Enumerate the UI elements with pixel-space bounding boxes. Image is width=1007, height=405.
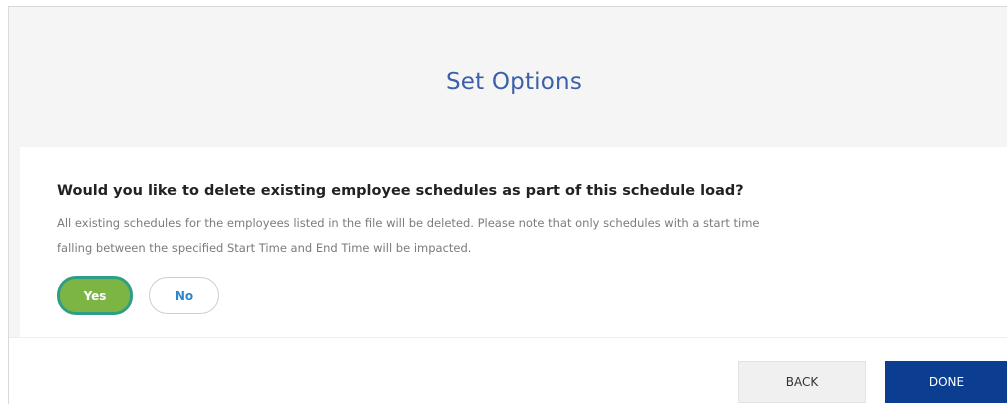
description-line-1: All existing schedules for the employees… [57, 216, 760, 230]
no-toggle-button[interactable]: No [149, 277, 219, 314]
dialog-footer: BACK DONE [9, 337, 1007, 405]
dialog-header: Set Options [9, 7, 1007, 147]
back-button[interactable]: BACK [738, 361, 866, 403]
page-title: Set Options [445, 69, 583, 95]
option-description: All existing schedules for the employees… [57, 211, 897, 261]
dialog-frame: Set Options Would you like to delete exi… [8, 6, 1007, 405]
yes-toggle-button[interactable]: Yes [57, 276, 133, 315]
option-question: Would you like to delete existing employ… [57, 183, 744, 199]
choice-toggle-group: Yes No [57, 276, 219, 315]
description-line-2: falling between the specified Start Time… [57, 241, 472, 255]
done-button[interactable]: DONE [885, 361, 1007, 403]
option-card: Would you like to delete existing employ… [20, 147, 1007, 337]
